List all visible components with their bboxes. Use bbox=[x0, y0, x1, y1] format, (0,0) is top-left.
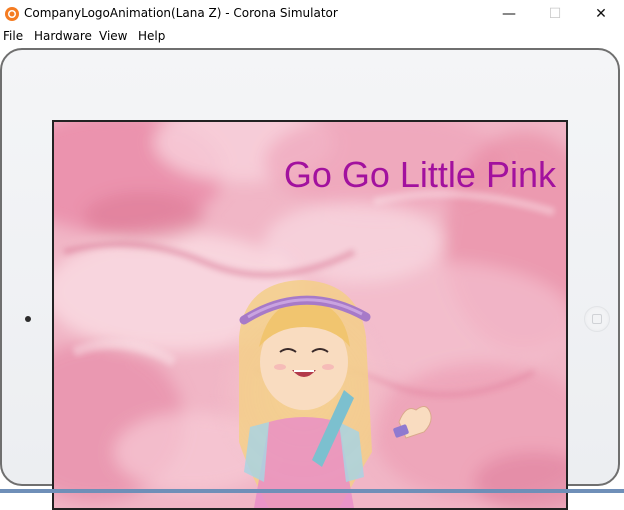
minimize-icon: — bbox=[502, 6, 516, 22]
menu-hardware[interactable]: Hardware bbox=[34, 29, 92, 43]
simulator-area: Go Go Little Pink bbox=[0, 46, 624, 510]
minimize-button[interactable]: — bbox=[486, 0, 532, 28]
menu-file[interactable]: File bbox=[3, 29, 23, 43]
app-screen[interactable]: Go Go Little Pink bbox=[52, 120, 568, 510]
title-bar: CompanyLogoAnimation(Lana Z) - Corona Si… bbox=[0, 0, 624, 28]
taskbar-edge bbox=[0, 489, 624, 493]
menu-view[interactable]: View bbox=[99, 29, 127, 43]
menu-help[interactable]: Help bbox=[138, 29, 165, 43]
home-button[interactable] bbox=[584, 306, 610, 332]
corona-icon bbox=[5, 7, 19, 21]
camera-icon bbox=[25, 316, 31, 322]
maximize-icon: ☐ bbox=[548, 6, 562, 22]
menu-bar: File Hardware View Help bbox=[0, 28, 624, 46]
close-button[interactable]: ✕ bbox=[578, 0, 624, 28]
game-title: Go Go Little Pink bbox=[283, 154, 556, 195]
home-icon bbox=[592, 314, 602, 324]
close-icon: ✕ bbox=[595, 6, 607, 22]
window-title: CompanyLogoAnimation(Lana Z) - Corona Si… bbox=[24, 6, 338, 20]
maximize-button[interactable]: ☐ bbox=[532, 0, 578, 28]
